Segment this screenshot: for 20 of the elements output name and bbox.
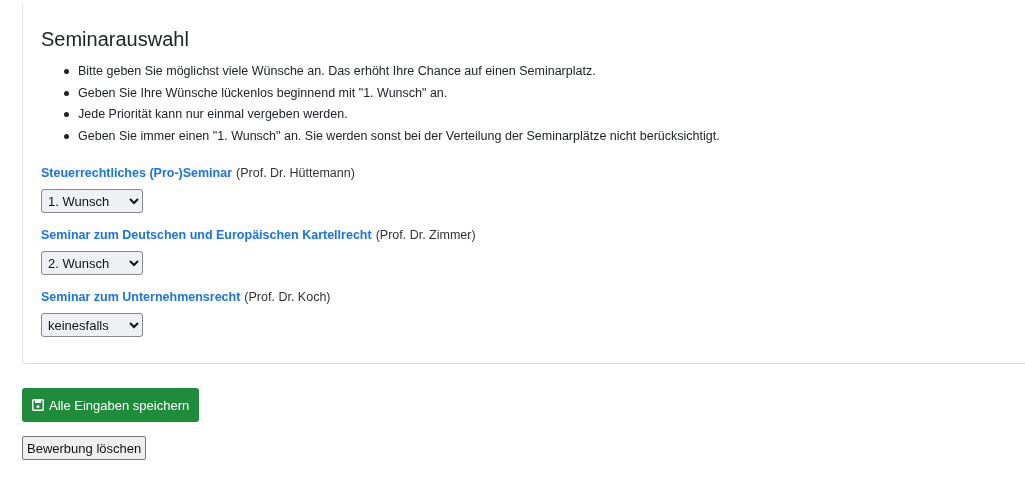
instruction-text: Bitte geben Sie möglichst viele Wünsche an. Das erhöht Ihre Chance auf einen Seminarplatz. xyxy=(78,64,596,78)
bullet-icon xyxy=(64,133,69,139)
section-title: Seminarauswahl xyxy=(41,28,190,51)
bullet-icon xyxy=(64,69,69,74)
priority-dropdown[interactable]: 1. Wunsch xyxy=(41,189,143,213)
priority-dropdown[interactable]: keinesfalls xyxy=(41,313,143,337)
lecturer-text: (Prof. Dr. Koch) xyxy=(244,289,331,306)
save-button[interactable]: Alle Eingaben speichern xyxy=(22,388,200,422)
lecturer-text: (Prof. Dr. Zimmer) xyxy=(375,227,476,244)
instruction-text: Geben Sie immer einen "1. Wunsch" an. Sie werden sonst bei der Verteilung der Seminarplätze nicht berücksichtigt. xyxy=(78,128,720,143)
seminar-link[interactable]: Steuerrechtliches (Pro-)Seminar xyxy=(41,163,233,183)
priority-dropdown[interactable]: 2. Wunsch xyxy=(41,251,143,275)
instruction-text: Geben Sie Ihre Wünsche lückenlos beginnend mit "1. Wunsch" an. xyxy=(78,85,448,100)
seminar-link[interactable]: Seminar zum Deutschen und Europäischen Kartellrecht xyxy=(41,225,372,245)
instruction-text: Jede Priorität kann nur einmal vergeben werden. xyxy=(78,107,348,121)
lecturer-text: (Prof. Dr. Hüttemann) xyxy=(236,165,355,182)
bullet-icon xyxy=(64,90,69,96)
seminar-link[interactable]: Seminar zum Unternehmensrecht xyxy=(41,287,241,307)
delete-button[interactable]: Bewerbung löschen xyxy=(22,436,147,460)
bullet-icon xyxy=(64,112,69,117)
